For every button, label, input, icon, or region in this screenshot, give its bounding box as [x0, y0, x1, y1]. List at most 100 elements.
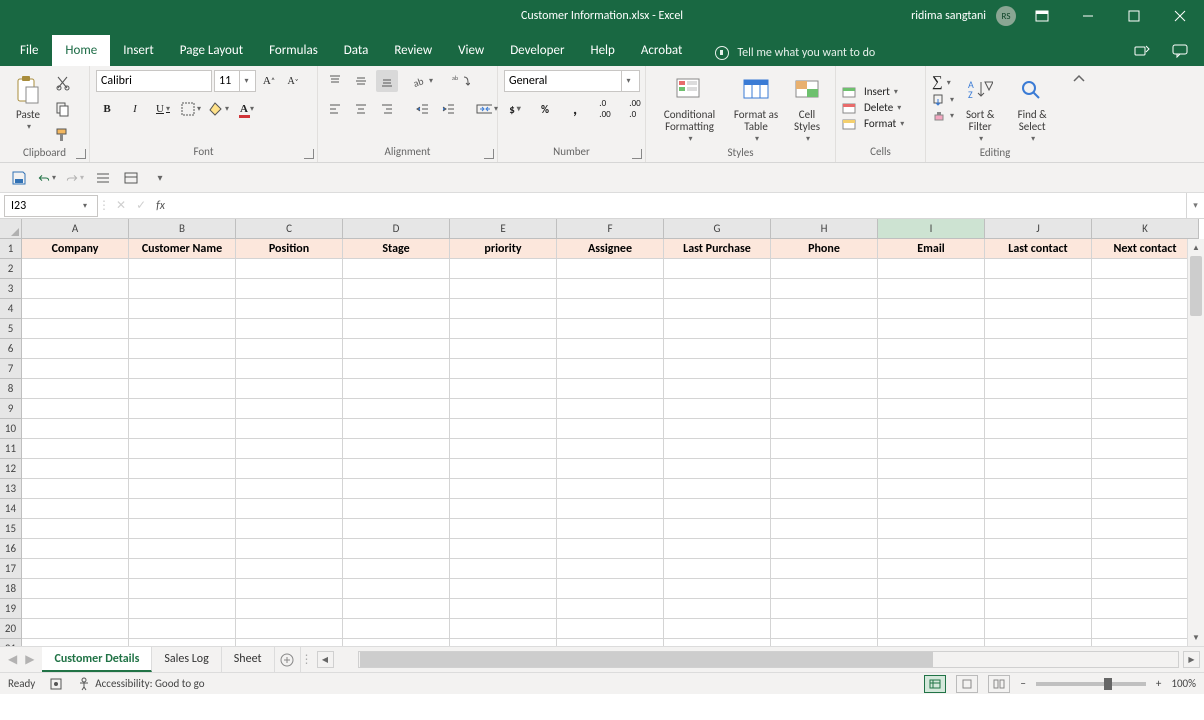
cell[interactable]	[22, 579, 129, 599]
cell[interactable]	[771, 299, 878, 319]
fill-icon[interactable]: ▾	[932, 93, 954, 107]
row-header[interactable]: 14	[0, 499, 22, 519]
row-header[interactable]: 3	[0, 279, 22, 299]
cell[interactable]	[22, 559, 129, 579]
column-header[interactable]: E	[450, 219, 557, 239]
cell[interactable]	[22, 599, 129, 619]
row-header[interactable]: 7	[0, 359, 22, 379]
cell[interactable]	[343, 479, 450, 499]
percent-format-icon[interactable]: %	[534, 98, 556, 120]
cell[interactable]	[878, 319, 985, 339]
cell[interactable]	[985, 419, 1092, 439]
tab-data[interactable]: Data	[331, 35, 382, 66]
row-header[interactable]: 19	[0, 599, 22, 619]
cell[interactable]	[985, 379, 1092, 399]
row-header[interactable]: 10	[0, 419, 22, 439]
cell[interactable]	[129, 359, 236, 379]
cell[interactable]	[343, 519, 450, 539]
cell[interactable]	[664, 579, 771, 599]
format-as-table-button[interactable]: Format as Table▾	[729, 70, 783, 146]
cell[interactable]	[236, 639, 343, 646]
row-header[interactable]: 15	[0, 519, 22, 539]
cell[interactable]: priority	[450, 239, 557, 259]
align-left-icon[interactable]	[324, 98, 346, 120]
cell[interactable]	[343, 299, 450, 319]
sheet-tab-2[interactable]: Sheet	[222, 647, 275, 672]
cell[interactable]	[664, 299, 771, 319]
cell[interactable]	[22, 479, 129, 499]
cell[interactable]	[129, 299, 236, 319]
cell[interactable]	[343, 619, 450, 639]
comma-format-icon[interactable]: ,	[564, 98, 586, 120]
user-avatar[interactable]: RS	[996, 6, 1016, 26]
share-icon[interactable]	[1134, 44, 1150, 58]
cell[interactable]	[236, 379, 343, 399]
cell[interactable]	[236, 339, 343, 359]
cell[interactable]	[985, 319, 1092, 339]
cell[interactable]	[343, 559, 450, 579]
orientation-icon[interactable]: ab▾	[412, 70, 434, 92]
cell[interactable]	[129, 619, 236, 639]
row-header[interactable]: 4	[0, 299, 22, 319]
cell[interactable]	[985, 299, 1092, 319]
cell[interactable]	[664, 619, 771, 639]
number-dialog-launcher-icon[interactable]	[632, 149, 642, 159]
tell-me-search[interactable]: Tell me what you want to do	[715, 46, 875, 66]
align-right-icon[interactable]	[376, 98, 398, 120]
cell[interactable]	[236, 259, 343, 279]
zoom-level[interactable]: 100%	[1171, 677, 1196, 690]
cell[interactable]	[22, 319, 129, 339]
cell[interactable]	[664, 599, 771, 619]
cell[interactable]	[771, 439, 878, 459]
cell[interactable]	[129, 279, 236, 299]
cell[interactable]: Next contact	[1092, 239, 1199, 259]
cell[interactable]	[985, 519, 1092, 539]
cell[interactable]	[557, 279, 664, 299]
cell[interactable]	[985, 559, 1092, 579]
window-minimize-icon[interactable]	[1068, 0, 1108, 32]
clear-icon[interactable]: ▾	[932, 109, 954, 123]
cell[interactable]	[22, 419, 129, 439]
cell[interactable]	[557, 579, 664, 599]
cell[interactable]	[450, 319, 557, 339]
format-cells-button[interactable]: Format▾	[842, 117, 904, 131]
cell[interactable]	[878, 439, 985, 459]
cell-styles-button[interactable]: Cell Styles▾	[785, 70, 829, 146]
cell[interactable]	[664, 519, 771, 539]
cell[interactable]	[664, 499, 771, 519]
undo-icon[interactable]: ▾	[38, 169, 56, 187]
cell[interactable]	[985, 539, 1092, 559]
row-header[interactable]: 6	[0, 339, 22, 359]
decrease-indent-icon[interactable]	[412, 98, 434, 120]
qat-icon-2[interactable]	[122, 169, 140, 187]
tab-insert[interactable]: Insert	[110, 35, 167, 66]
cell[interactable]	[771, 499, 878, 519]
cell[interactable]	[22, 539, 129, 559]
cell[interactable]	[557, 619, 664, 639]
row-header[interactable]: 9	[0, 399, 22, 419]
cell[interactable]	[343, 259, 450, 279]
cell[interactable]	[22, 359, 129, 379]
align-center-icon[interactable]	[350, 98, 372, 120]
cell[interactable]	[1092, 359, 1199, 379]
qat-icon-1[interactable]	[94, 169, 112, 187]
font-name-combo[interactable]: ▾	[96, 70, 212, 92]
cell[interactable]	[771, 419, 878, 439]
cell[interactable]	[450, 619, 557, 639]
cell[interactable]	[557, 299, 664, 319]
sort-filter-button[interactable]: AZSort & Filter▾	[956, 70, 1004, 146]
tab-acrobat[interactable]: Acrobat	[628, 35, 696, 66]
cell[interactable]	[1092, 639, 1199, 646]
cell[interactable]	[1092, 259, 1199, 279]
collapse-ribbon-icon[interactable]	[1064, 66, 1094, 162]
cell[interactable]	[22, 459, 129, 479]
cell[interactable]	[22, 439, 129, 459]
cell[interactable]	[878, 399, 985, 419]
cell[interactable]	[557, 499, 664, 519]
cell[interactable]	[878, 619, 985, 639]
cell[interactable]	[1092, 579, 1199, 599]
cell[interactable]	[450, 379, 557, 399]
cell[interactable]	[236, 519, 343, 539]
cell[interactable]	[985, 339, 1092, 359]
cell[interactable]	[664, 539, 771, 559]
